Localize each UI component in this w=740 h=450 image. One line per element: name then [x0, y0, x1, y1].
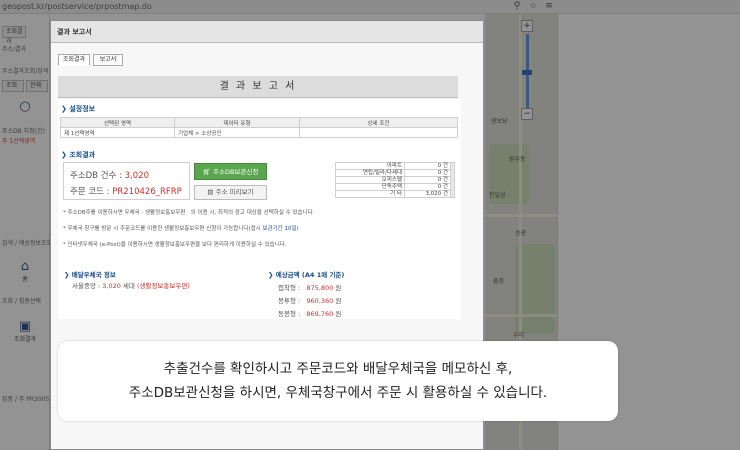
estimate-row: 동봉형 : 869,760 원 — [278, 310, 342, 318]
tab-result[interactable]: 조회결과 — [58, 54, 90, 66]
stat-value: 3,020 건 — [404, 190, 451, 198]
result-heading: ❯ 조회결과 — [61, 151, 96, 159]
stat-label: 아파트 — [334, 162, 406, 170]
table-header: 데이터 유형 — [174, 117, 300, 128]
stat-label: 오피스텔 — [334, 176, 406, 184]
settings-heading: ❯ 설정정보 — [61, 105, 96, 113]
stat-value: 0 건 — [404, 169, 451, 177]
table-cell: 기업체 > 소상공인 — [174, 127, 300, 138]
table-cell: 제 1선택영역 — [60, 127, 175, 138]
stat-value: 0 건 — [404, 162, 451, 170]
housing-stats-table: 아파트 0 건 연립/빌라/다세대 0 건 오피스텔 0 건 단독주택 0 건 기 타3… — [334, 162, 455, 198]
order-code: 주문 코드 : PR210426_RFRP — [70, 187, 182, 197]
settings-table: 선택된 영역 데이터 유형 상세 조건 제 1선택영역 기업체 > 소상공인 — [60, 117, 458, 138]
db-count: 주소DB 건수 : 3,020 — [70, 171, 149, 181]
estimate-row: 접착형 : 875,800 원 — [278, 284, 342, 292]
estimate-row: 봉투형 : 960,360 원 — [278, 297, 342, 305]
note-line: * 주소DB주를 이용하시면 우체국 · 생활정보홍보우편 ‧ 의 이용 시, … — [63, 210, 315, 216]
cart-icon: 🛒︎ — [202, 168, 213, 176]
count-box: 주소DB 건수 : 3,020 주문 코드 : PR210426_RFRP — [63, 162, 190, 200]
dialog-title: 결과 보고서 — [51, 21, 483, 43]
stat-label: 기 타 — [334, 190, 406, 198]
delivery-heading: ❯ 배달우체국 정보 — [64, 271, 116, 279]
report-body: ❯ 설정정보 선택된 영역 데이터 유형 상세 조건 제 1선택영역 기업체 >… — [58, 99, 461, 319]
estimate-heading: ❯ 예상금액 (A4 1매 기준) — [268, 271, 345, 279]
stat-label: 연립/빌라/다세대 — [334, 169, 406, 177]
report-title: 결 과 보 고 서 — [58, 76, 458, 98]
table-cell — [299, 127, 458, 138]
note-line: * 인터넷우체국 (e-Post)을 이용하시면 생활정보홍보우편을 보다 편리… — [63, 242, 287, 248]
delivery-office: 서울중앙 : 3,020 세대 (생활정보홍보우편) — [72, 282, 190, 290]
document-icon: ▤ — [207, 188, 216, 196]
stats-scrollbar[interactable] — [450, 162, 455, 198]
callout-line-2: 주소DB보관신청을 하시면, 우체국창구에서 주문 시 활용하실 수 있습니다. — [128, 385, 548, 401]
instruction-callout: 추출건수를 확인하시고 주문코드와 배달우체국을 메모하신 후, 주소DB보관신… — [58, 341, 618, 421]
table-header: 선택된 영역 — [60, 117, 175, 128]
address-preview-button[interactable]: ▤ 주소 미리보기 — [194, 185, 267, 200]
stat-value: 0 건 — [404, 183, 451, 191]
table-header: 상세 조건 — [299, 117, 458, 128]
callout-line-1: 추출건수를 확인하시고 주문코드와 배달우체국을 메모하신 후, — [163, 361, 513, 377]
db-storage-apply-button[interactable]: 🛒︎ 주소DB보관신청 — [194, 163, 267, 180]
tab-pane — [58, 66, 478, 76]
stat-value: 0 건 — [404, 176, 451, 184]
tab-report[interactable]: 보고서 — [93, 54, 123, 66]
note-line: * 우체국 창구를 방문 시 주문코드를 이용한 생활정보홍보우편 신청이 가능… — [63, 226, 299, 232]
stat-label: 단독주택 — [334, 183, 406, 191]
